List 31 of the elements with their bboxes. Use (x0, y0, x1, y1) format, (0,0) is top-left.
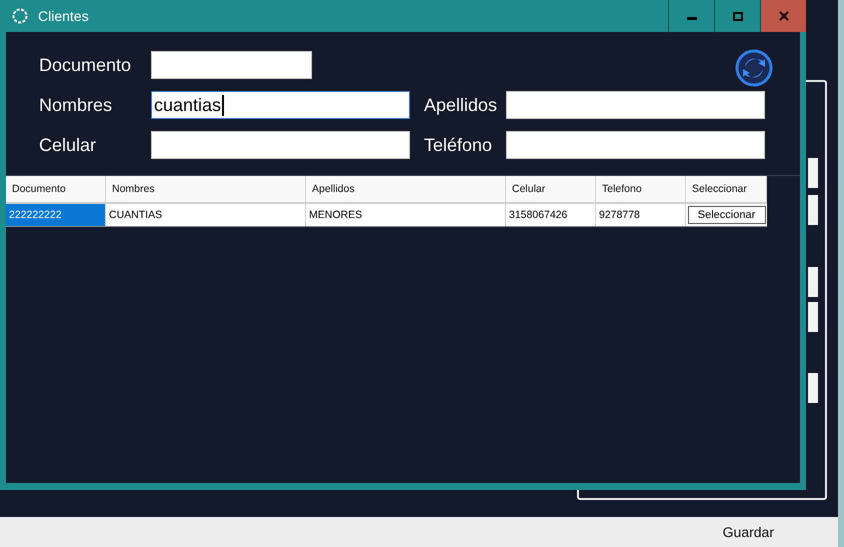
table-cell: 222222222 (6, 204, 106, 226)
background-field (808, 373, 818, 403)
column-header[interactable]: Seleccionar (686, 176, 767, 204)
input-field[interactable] (506, 131, 765, 159)
app-icon (12, 8, 28, 24)
field-label: Teléfono (423, 134, 494, 156)
column-header[interactable]: Telefono (596, 176, 686, 204)
refresh-icon[interactable] (735, 49, 773, 87)
background-field (808, 267, 818, 297)
background-field (808, 195, 818, 225)
input-field[interactable]: cuantias (151, 91, 410, 119)
field-label: Celular (39, 134, 98, 156)
column-header[interactable]: Celular (506, 176, 596, 204)
input-field[interactable] (151, 131, 410, 159)
field-label: Apellidos (423, 94, 498, 116)
table-cell: 3158067426 (506, 204, 596, 226)
background-field (808, 302, 818, 332)
input-field[interactable] (151, 51, 312, 79)
column-header[interactable]: Documento (6, 176, 106, 204)
column-header[interactable]: Nombres (106, 176, 306, 204)
input-field[interactable] (506, 91, 765, 119)
close-button[interactable] (760, 0, 806, 32)
maximize-icon (732, 12, 742, 20)
field-label: Nombres (39, 94, 114, 116)
background-field (808, 158, 818, 188)
window-title: Clientes (38, 8, 89, 24)
column-header[interactable]: Apellidos (306, 176, 506, 204)
close-icon (778, 11, 788, 21)
field-label: Documento (39, 54, 132, 76)
save-button[interactable]: Guardar (716, 520, 780, 544)
select-button[interactable]: Seleccionar (688, 206, 766, 224)
